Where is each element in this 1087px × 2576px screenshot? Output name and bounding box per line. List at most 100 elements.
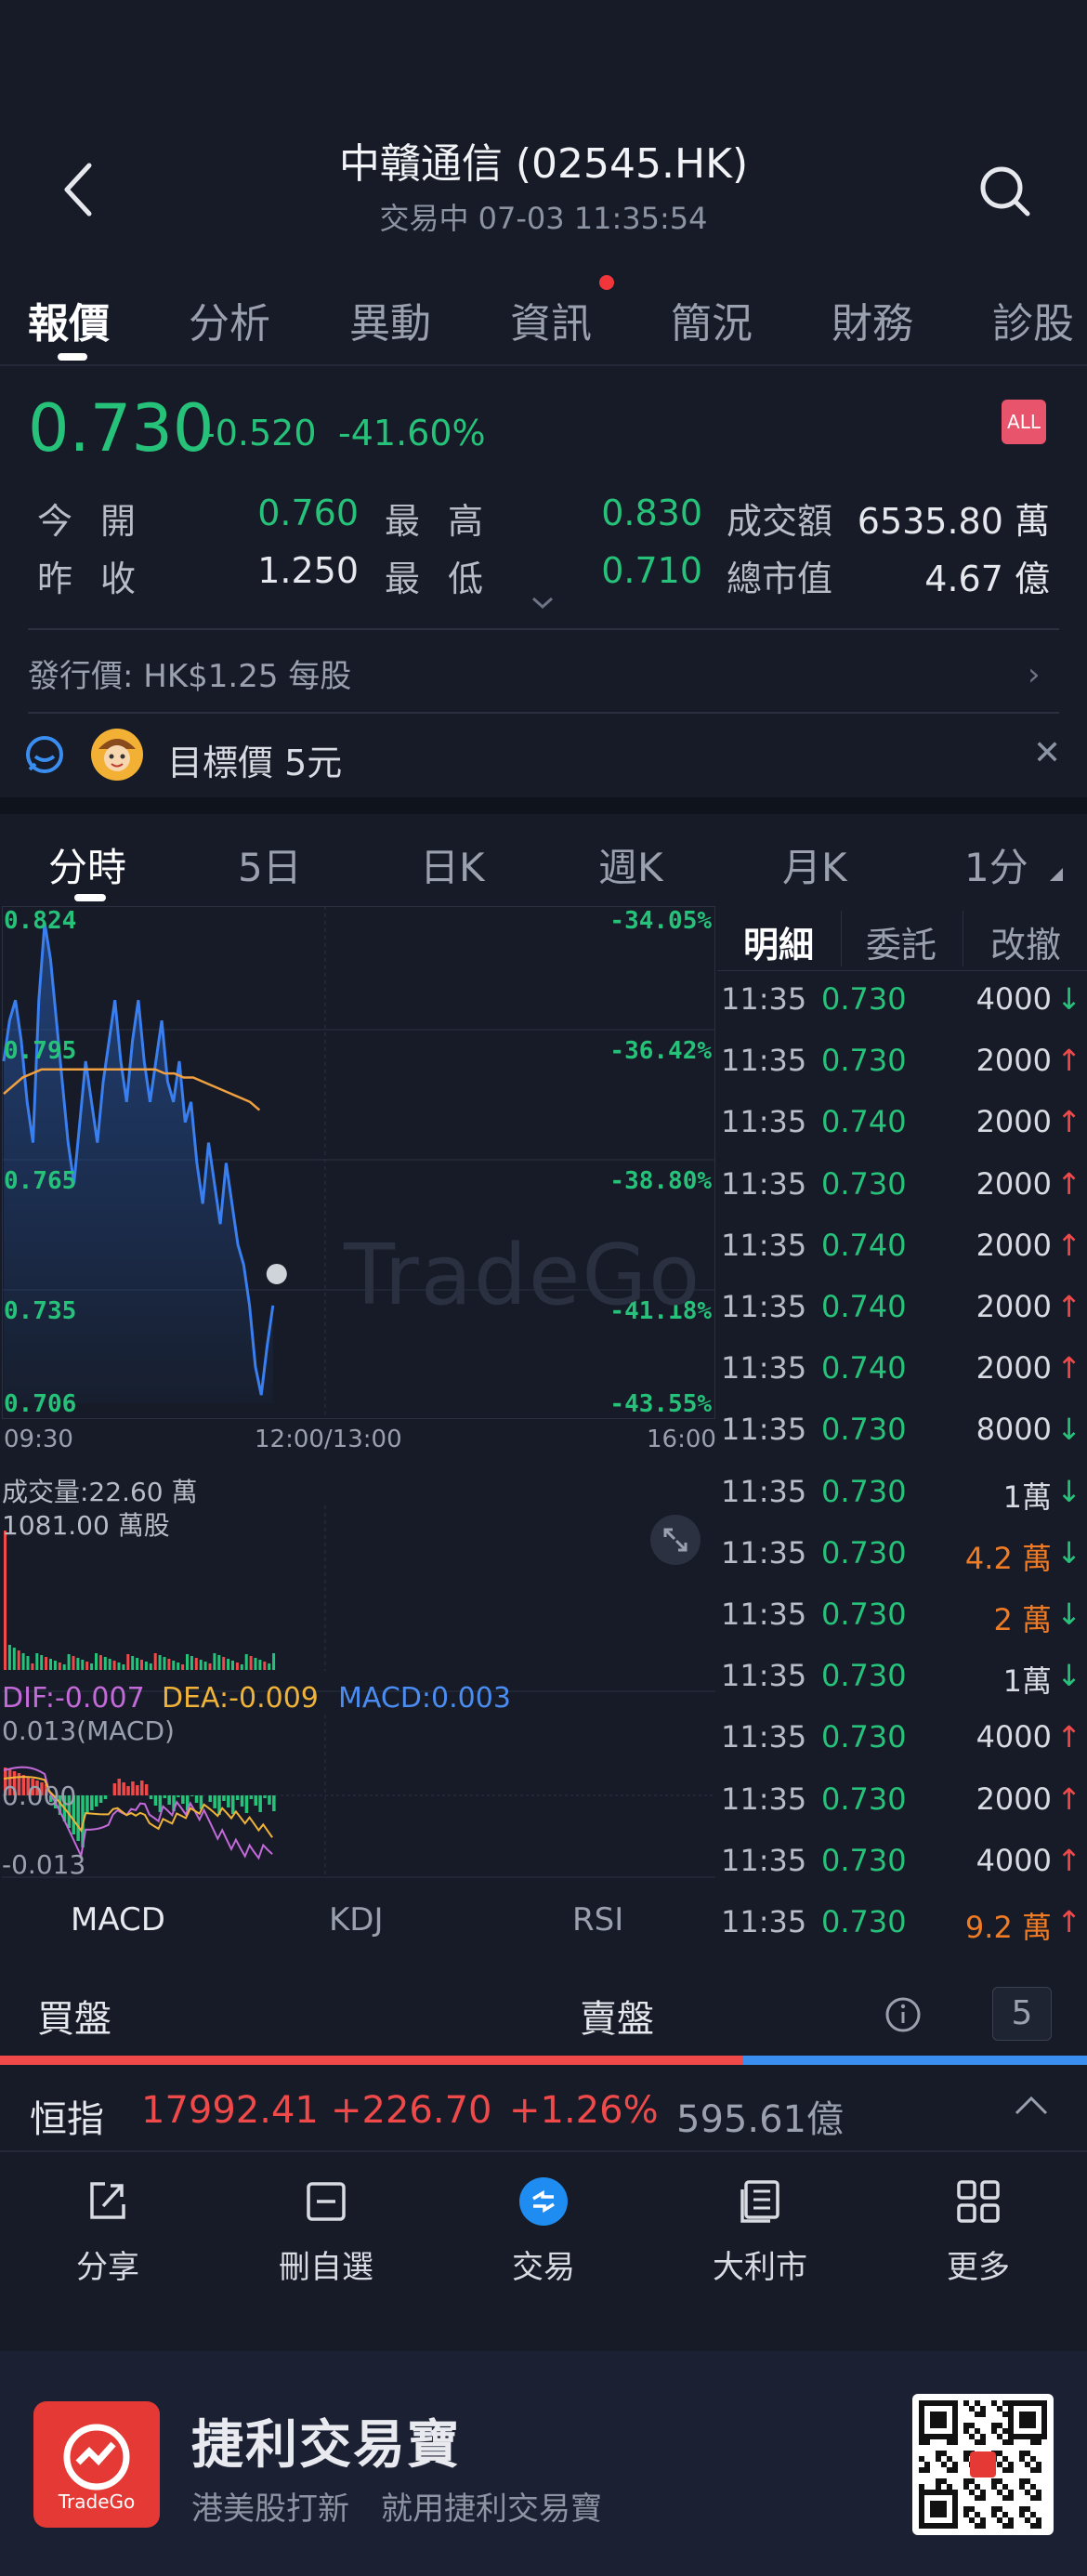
last-price: 0.730 [28,390,215,467]
y-tick-left: 0.795 [4,1037,77,1065]
tick-row: 11:35 0.730 4000 ↓ [717,972,1087,1033]
market-icon [740,2180,779,2223]
macd-bar [103,1795,108,1799]
arrow-up-icon: ↑ [1056,1719,1081,1755]
remove-watchlist-label: 刪自選 [279,2249,373,2286]
tick-time: 11:35 [721,1412,807,1448]
volume-max: 1081.00 萬股 [2,1510,170,1541]
volume-bar [17,1650,20,1670]
tick-volume: 4.2 萬 [964,1540,1052,1576]
tick-price: 0.730 [821,1412,907,1448]
volume-bar [112,1661,116,1670]
index-turnover: 595.61億 [676,2098,844,2141]
dropdown-corner-icon [1050,868,1063,881]
chevron-up-icon[interactable] [1011,2091,1052,2119]
share-icon [90,2182,125,2219]
volume-bar [72,1656,75,1670]
chevron-down-icon[interactable] [528,593,557,613]
arrow-up-icon: ↑ [1056,1842,1081,1878]
detail-tab-amend[interactable]: 改撤 [990,916,1061,967]
news-notification-dot [599,275,614,290]
volume-bar [40,1655,44,1670]
chart-tab-5day[interactable]: 5日 [238,836,302,893]
tab-finance[interactable]: 財務 [832,290,913,349]
detail-tab-orders[interactable]: 委託 [866,916,936,967]
volume-bar [163,1657,166,1670]
chart-tab-intraday[interactable]: 分時 [48,836,126,893]
tick-row: 11:35 0.730 8000 ↓ [717,1402,1087,1464]
macd-bar [136,1785,139,1795]
volume-bar [244,1654,248,1670]
indicator-macd[interactable]: MACD [71,1901,165,1939]
trade-button[interactable]: 交易 [478,2175,609,2287]
share-button[interactable]: 分享 [43,2175,173,2287]
search-icon[interactable] [977,164,1033,219]
tab-quote[interactable]: 報價 [28,290,110,349]
chart-tab-weekly[interactable]: 週K [598,836,663,893]
more-button[interactable]: 更多 [913,2175,1043,2287]
volume-bar [12,1648,16,1670]
tab-news[interactable]: 資訊 [510,290,592,349]
macd-bar [263,1795,267,1798]
arrow-down-icon: ↓ [1056,1412,1081,1448]
trade-icon [519,2177,568,2226]
macd-bar [268,1795,271,1805]
volume-bar [136,1658,139,1670]
volume-bar [254,1658,257,1670]
volume-bar [26,1656,30,1670]
section-separator [0,797,1087,814]
price-area [4,923,273,1403]
tick-volume: 2000 [976,1165,1052,1202]
volume-bar [258,1660,262,1670]
macd-bar [98,1795,103,1803]
volume-bar [177,1663,180,1670]
indicator-rsi[interactable]: RSI [572,1901,623,1939]
detail-tab-ticks[interactable]: 明細 [743,916,814,967]
tick-time: 11:35 [721,1719,807,1755]
tick-row: 11:35 0.730 2000 ↑ [717,1157,1087,1218]
open-value: 0.760 [257,493,359,533]
volume-bar [199,1660,203,1670]
chart-tab-1min[interactable]: 1分 [964,836,1028,893]
tick-row: 11:35 0.730 4.2 萬 ↓ [717,1526,1087,1587]
chevron-right-icon[interactable]: › [1028,656,1041,693]
depth-selector[interactable]: 5 [992,1987,1052,2041]
remove-icon [307,2182,346,2221]
indicator-kdj[interactable]: KDJ [329,1901,384,1939]
fullscreen-button[interactable] [650,1515,701,1565]
tab-profile[interactable]: 簡況 [671,290,753,349]
tab-analysis[interactable]: 分析 [189,290,270,349]
bid-label[interactable]: 買盤 [37,1989,111,2043]
logo-text: TradeGo [58,2491,136,2513]
remove-watchlist-button[interactable]: 刪自選 [261,2175,391,2287]
price-change: -0.520 [203,413,317,453]
tick-time: 11:35 [721,1658,807,1694]
market-button[interactable]: 大利市 [695,2175,825,2287]
macd-bar [117,1779,121,1795]
macd-bar [235,1795,240,1800]
chart-tab-monthly[interactable]: 月K [782,836,847,893]
close-icon[interactable]: ✕ [1033,734,1061,772]
chart-tab-daily[interactable]: 日K [420,836,485,893]
macd-bar [231,1795,235,1814]
macd-bar [95,1795,98,1807]
macd-dea: DEA:-0.009 [162,1682,319,1715]
ask-label[interactable]: 賣盤 [580,1989,654,2043]
tab-diagnosis[interactable]: 診股 [992,290,1074,349]
orderbook-header [0,1956,1087,2049]
y-tick-left: 0.765 [4,1167,77,1195]
macd-bar [149,1795,153,1799]
prev-close-label: 昨收 [37,559,164,599]
macd-bar [167,1795,171,1805]
tab-movement[interactable]: 異動 [349,290,431,349]
tick-time: 11:35 [721,1597,807,1632]
target-price-text[interactable]: 目標價 5元 [167,734,342,785]
ipo-price[interactable]: 發行價: HK$1.25 每股 [28,651,351,696]
volume-bar [81,1660,85,1670]
prev-close-value: 1.250 [257,550,359,591]
info-icon[interactable] [884,1996,922,2033]
tick-time: 11:35 [721,1904,807,1939]
all-badge[interactable]: ALL [1002,400,1046,444]
expand-icon [663,1528,688,1552]
macd-bar [222,1795,226,1801]
